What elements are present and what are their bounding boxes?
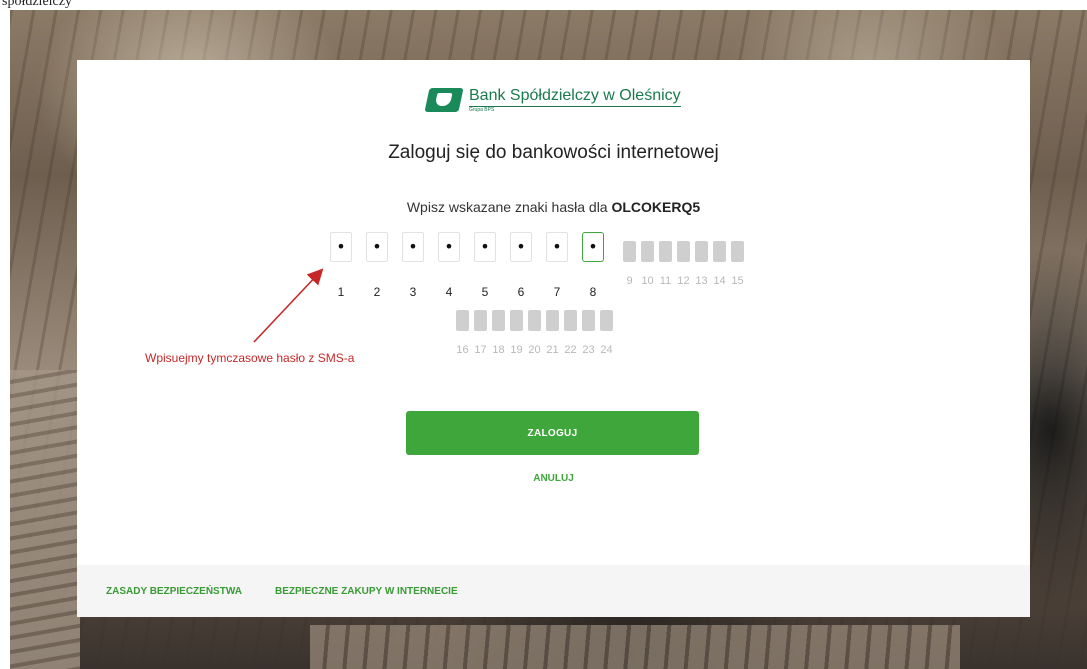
login-id: OLCOKERQ5 <box>611 199 701 215</box>
password-char-index-7: 7 <box>553 285 561 299</box>
password-instruction: Wpisz wskazane znaki hasła dla OLCOKERQ5 <box>77 199 1030 215</box>
password-char-index-21: 21 <box>546 344 559 356</box>
password-char-index-13: 13 <box>695 275 708 287</box>
password-char-input-15 <box>731 241 744 262</box>
password-char-input-2[interactable]: • <box>366 232 388 262</box>
password-char-index-19: 19 <box>510 344 523 356</box>
password-char-input-7[interactable]: • <box>546 232 568 262</box>
password-char-input-1[interactable]: • <box>330 232 352 262</box>
password-char-index-23: 23 <box>582 344 595 356</box>
page-caption: spółdzielczy <box>2 0 72 9</box>
bank-logo: Bank Spółdzielczy w Oleśnicy Grupa BPS <box>424 86 681 116</box>
bank-logo-icon <box>424 88 464 112</box>
password-char-input-21 <box>546 310 559 331</box>
password-char-index-18: 18 <box>492 344 505 356</box>
password-char-index-8: 8 <box>589 285 597 299</box>
password-char-input-16 <box>456 310 469 331</box>
password-char-index-22: 22 <box>564 344 577 356</box>
password-char-index-17: 17 <box>474 344 487 356</box>
password-char-index-11: 11 <box>659 275 672 287</box>
password-char-index-2: 2 <box>373 285 381 299</box>
password-char-input-20 <box>528 310 541 331</box>
bank-group-label: Grupa BPS <box>469 107 495 113</box>
password-char-input-6[interactable]: • <box>510 232 532 262</box>
password-char-input-17 <box>474 310 487 331</box>
password-char-input-19 <box>510 310 523 331</box>
password-char-index-9: 9 <box>626 275 633 287</box>
password-char-input-10 <box>641 241 654 262</box>
password-char-index-1: 1 <box>337 285 345 299</box>
password-char-input-8[interactable]: • <box>582 232 604 262</box>
background-deck-left <box>10 370 80 669</box>
login-button[interactable]: ZALOGUJ <box>406 411 699 455</box>
password-char-index-12: 12 <box>677 275 690 287</box>
annotation-text: Wpisuejmy tymczasowe hasło z SMS-a <box>145 351 355 365</box>
password-char-input-14 <box>713 241 726 262</box>
password-char-index-15: 15 <box>731 275 744 287</box>
page: spółdzielczy Bank Spółdzielczy w Oleśnic… <box>0 0 1087 669</box>
password-char-input-4[interactable]: • <box>438 232 460 262</box>
password-char-index-10: 10 <box>641 275 654 287</box>
password-char-index-5: 5 <box>481 285 489 299</box>
footer-link-safe-shopping[interactable]: BEZPIECZNE ZAKUPY W INTERNECIE <box>275 586 458 597</box>
password-char-index-14: 14 <box>713 275 726 287</box>
password-char-input-3[interactable]: • <box>402 232 424 262</box>
password-char-index-20: 20 <box>528 344 541 356</box>
footer: ZASADY BEZPIECZEŃSTWA BEZPIECZNE ZAKUPY … <box>77 565 1030 617</box>
password-char-input-22 <box>564 310 577 331</box>
password-char-input-18 <box>492 310 505 331</box>
cancel-link[interactable]: ANULUJ <box>77 473 1030 484</box>
password-char-index-3: 3 <box>409 285 417 299</box>
login-card: Bank Spółdzielczy w Oleśnicy Grupa BPS Z… <box>77 60 1030 617</box>
password-char-input-11 <box>659 241 672 262</box>
page-title: Zaloguj się do bankowości internetowej <box>388 142 719 163</box>
password-char-input-24 <box>600 310 613 331</box>
bank-logo-text: Bank Spółdzielczy w Oleśnicy Grupa BPS <box>469 86 681 114</box>
password-char-index-4: 4 <box>445 285 453 299</box>
password-char-input-12 <box>677 241 690 262</box>
password-char-index-6: 6 <box>517 285 525 299</box>
password-char-input-23 <box>582 310 595 331</box>
background-deck-bottom <box>310 625 960 669</box>
instruction-text: Wpisz wskazane znaki hasła dla <box>406 199 608 215</box>
footer-link-security-rules[interactable]: ZASADY BEZPIECZEŃSTWA <box>106 586 242 597</box>
password-char-input-5[interactable]: • <box>474 232 496 262</box>
bank-name: Bank Spółdzielczy w Oleśnicy <box>469 86 681 107</box>
password-char-input-13 <box>695 241 708 262</box>
password-char-index-16: 16 <box>456 344 469 356</box>
password-char-input-9 <box>623 241 636 262</box>
password-char-index-24: 24 <box>600 344 613 356</box>
